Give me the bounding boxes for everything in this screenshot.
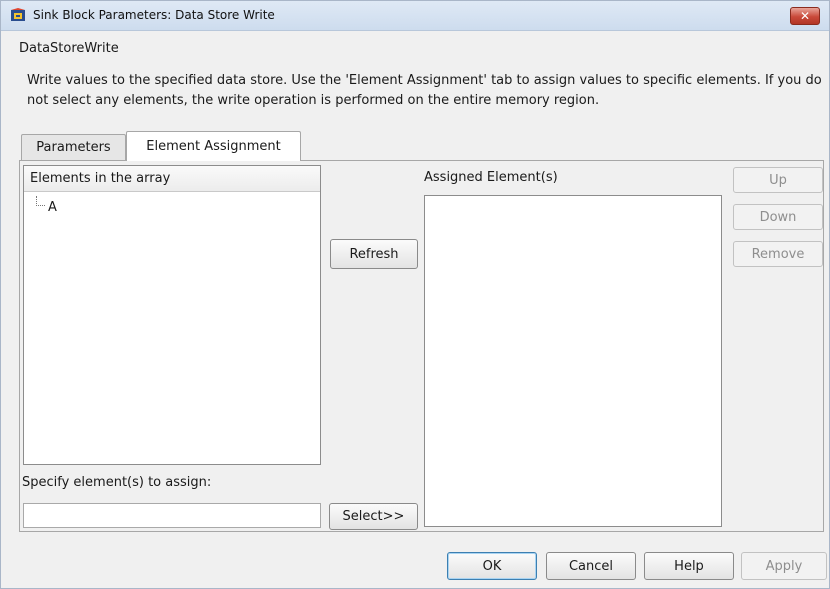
window-title: Sink Block Parameters: Data Store Write [33, 8, 275, 22]
assigned-elements-label: Assigned Element(s) [424, 170, 558, 185]
tree-item[interactable]: A [48, 200, 57, 215]
block-description: Write values to the specified data store… [27, 73, 822, 108]
remove-button[interactable]: Remove [733, 241, 823, 267]
cancel-button[interactable]: Cancel [546, 552, 636, 580]
close-icon: ✕ [799, 9, 811, 23]
down-button[interactable]: Down [733, 204, 823, 230]
elements-tree-header: Elements in the array [24, 166, 320, 192]
tab-element-assignment-label: Element Assignment [146, 139, 281, 154]
close-button[interactable]: ✕ [790, 7, 820, 25]
up-button[interactable]: Up [733, 167, 823, 193]
tree-connector-icon [36, 196, 45, 206]
specify-elements-label: Specify element(s) to assign: [22, 475, 212, 490]
ok-button[interactable]: OK [447, 552, 537, 580]
tab-element-assignment[interactable]: Element Assignment [126, 131, 301, 161]
tab-parameters-label: Parameters [36, 140, 111, 155]
tab-parameters[interactable]: Parameters [21, 134, 126, 160]
assigned-elements-list[interactable] [424, 195, 722, 527]
help-button[interactable]: Help [644, 552, 734, 580]
block-name-label: DataStoreWrite [19, 41, 119, 56]
dialog-window: Sink Block Parameters: Data Store Write … [0, 0, 830, 589]
select-button[interactable]: Select>> [329, 503, 418, 530]
elements-tree[interactable]: Elements in the array A [23, 165, 321, 465]
simulink-block-icon [11, 8, 25, 21]
refresh-button[interactable]: Refresh [330, 239, 418, 269]
specify-elements-input[interactable] [23, 503, 321, 528]
title-bar[interactable]: Sink Block Parameters: Data Store Write … [1, 1, 829, 31]
apply-button[interactable]: Apply [741, 552, 827, 580]
